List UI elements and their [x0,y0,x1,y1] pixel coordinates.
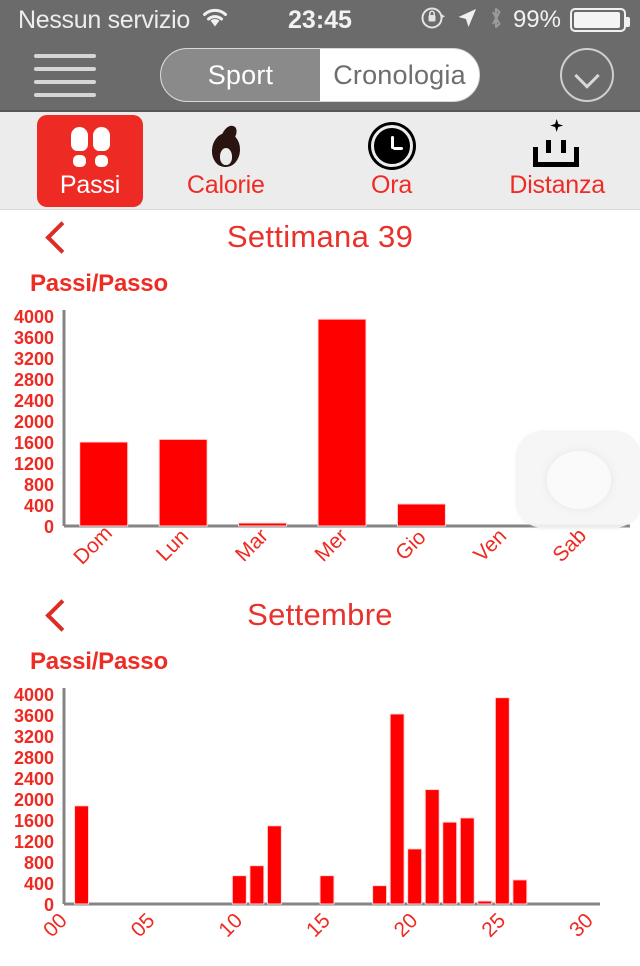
assistive-touch-button[interactable] [517,432,640,528]
svg-text:Mer: Mer [310,524,352,566]
svg-text:20: 20 [390,909,423,942]
svg-text:1200: 1200 [14,454,54,474]
svg-text:15: 15 [302,909,335,942]
month-chart-header: Settembre [0,588,640,642]
month-chart-plot[interactable]: 0 400 800 1200 1600 2000 2400 2800 3200 3600 4000 0… [0,676,640,966]
svg-text:Gio: Gio [391,526,430,565]
svg-text:2000: 2000 [14,412,54,432]
tab-passi[interactable]: Passi [37,114,143,207]
month-y-axis-label: Passi/Passo [30,648,168,675]
svg-text:400: 400 [24,874,54,894]
status-bar: Nessun servizio 23:45 99% [0,0,640,40]
tab-ora-label: Ora [370,171,413,199]
svg-text:800: 800 [24,853,54,873]
svg-text:Mar: Mar [231,524,273,566]
svg-text:Sab: Sab [548,524,591,567]
month-chart-section: Settembre Passi/Passo 0 400 800 1200 1600 200… [0,588,640,966]
battery-percent-label: 99% [512,6,561,33]
navigation-bar: Sport Cronologia [0,40,640,112]
segmented-control[interactable]: Sport Cronologia [160,48,480,102]
tab-passi-label: Passi [59,171,121,199]
svg-text:2000: 2000 [14,790,54,810]
tab-calorie[interactable]: Calorie [143,116,309,206]
svg-text:30: 30 [565,909,598,942]
chevron-down-glyph [576,64,598,86]
svg-text:05: 05 [127,909,160,942]
svg-text:2800: 2800 [14,748,54,768]
month-chart-title: Settembre [247,597,393,632]
rotation-lock-icon [420,5,446,36]
svg-text:10: 10 [214,909,247,942]
segment-sport[interactable]: Sport [161,49,320,101]
tab-calorie-label: Calorie [186,171,265,199]
tab-ora[interactable]: Ora [309,116,475,206]
svg-text:Ven: Ven [469,524,511,566]
svg-text:1600: 1600 [14,433,54,453]
svg-text:4000: 4000 [14,685,54,705]
svg-text:1200: 1200 [14,832,54,852]
svg-text:Lun: Lun [152,525,193,566]
svg-text:3200: 3200 [14,349,54,369]
week-y-axis-label: Passi/Passo [30,270,168,297]
bluetooth-icon [488,5,504,36]
svg-text:3600: 3600 [14,706,54,726]
metric-tab-bar: Passi Calorie Ora Distanza [0,112,640,210]
svg-text:2400: 2400 [14,391,54,411]
svg-text:25: 25 [477,909,510,942]
svg-text:1600: 1600 [14,811,54,831]
chevron-down-circle-icon[interactable] [560,48,614,102]
svg-text:3200: 3200 [14,727,54,747]
ruler-icon [533,119,581,167]
flame-icon [209,121,243,167]
week-chart-section: Settimana 39 Passi/Passo 0 400 800 1200 1600… [0,210,640,588]
tab-distanza[interactable]: Distanza [474,116,640,206]
tab-distanza-label: Distanza [509,171,606,199]
segment-cronologia[interactable]: Cronologia [320,49,479,101]
svg-text:2400: 2400 [14,769,54,789]
svg-text:0: 0 [44,517,54,537]
svg-text:2800: 2800 [14,370,54,390]
svg-text:3600: 3600 [14,328,54,348]
assistive-touch-ring [546,451,611,509]
svg-text:4000: 4000 [14,307,54,327]
hamburger-menu-icon[interactable] [34,53,96,97]
svg-text:400: 400 [24,496,54,516]
week-chart-header: Settimana 39 [0,210,640,264]
status-bar-right: 99% [420,5,630,36]
svg-text:Dom: Dom [69,522,117,570]
clock-icon [370,121,413,167]
svg-text:800: 800 [24,475,54,495]
location-arrow-icon [455,6,479,35]
week-chart-title: Settimana 39 [226,219,414,254]
battery-icon [570,8,630,32]
footprints-icon [70,121,110,167]
